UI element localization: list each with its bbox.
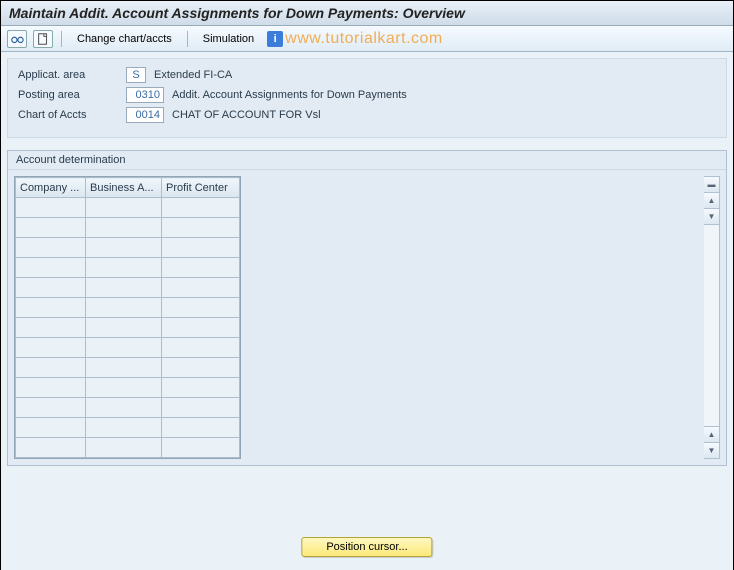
toolbar-separator bbox=[187, 31, 188, 47]
posting-area-field[interactable] bbox=[126, 87, 164, 103]
table-cell[interactable] bbox=[86, 398, 162, 418]
table-cell[interactable] bbox=[86, 238, 162, 258]
table-row[interactable] bbox=[16, 438, 240, 458]
window-title: Maintain Addit. Account Assignments for … bbox=[1, 1, 733, 26]
info-row-posting-area: Posting area Addit. Account Assignments … bbox=[18, 87, 716, 103]
account-table[interactable]: Company ... Business A... Profit Center bbox=[15, 177, 240, 458]
table-row[interactable] bbox=[16, 278, 240, 298]
table-cell[interactable] bbox=[162, 378, 240, 398]
table-cell[interactable] bbox=[162, 438, 240, 458]
position-cursor-button[interactable]: Position cursor... bbox=[301, 537, 432, 557]
watermark-text: www.tutorialkart.com bbox=[285, 30, 443, 48]
simulation-button[interactable]: Simulation bbox=[196, 30, 261, 48]
table-cell[interactable] bbox=[86, 298, 162, 318]
col-profit-center[interactable]: Profit Center bbox=[162, 178, 240, 198]
table-cell[interactable] bbox=[16, 338, 86, 358]
table-cell[interactable] bbox=[86, 278, 162, 298]
table-row[interactable] bbox=[16, 318, 240, 338]
info-panel: Applicat. area Extended FI-CA Posting ar… bbox=[7, 58, 727, 138]
table-cell[interactable] bbox=[16, 298, 86, 318]
table-cell[interactable] bbox=[16, 418, 86, 438]
content-area: Applicat. area Extended FI-CA Posting ar… bbox=[1, 52, 733, 570]
table-row[interactable] bbox=[16, 358, 240, 378]
table-cell[interactable] bbox=[162, 398, 240, 418]
posting-area-label: Posting area bbox=[18, 89, 118, 101]
chart-of-accts-label: Chart of Accts bbox=[18, 109, 118, 121]
table-row[interactable] bbox=[16, 238, 240, 258]
account-determination-title: Account determination bbox=[8, 151, 726, 170]
glasses-icon[interactable] bbox=[7, 30, 27, 48]
toolbar: Change chart/accts Simulation i www.tuto… bbox=[1, 26, 733, 52]
table-row[interactable] bbox=[16, 258, 240, 278]
applicat-area-field[interactable] bbox=[126, 67, 146, 83]
window-title-text: Maintain Addit. Account Assignments for … bbox=[9, 5, 465, 21]
table-cell[interactable] bbox=[162, 418, 240, 438]
table-cell[interactable] bbox=[16, 218, 86, 238]
posting-area-desc: Addit. Account Assignments for Down Paym… bbox=[172, 89, 407, 101]
account-determination-body: Company ... Business A... Profit Center … bbox=[8, 170, 726, 465]
table-cell[interactable] bbox=[16, 438, 86, 458]
table-cell[interactable] bbox=[16, 398, 86, 418]
account-table-wrap: Company ... Business A... Profit Center bbox=[14, 176, 241, 459]
table-cell[interactable] bbox=[86, 318, 162, 338]
table-cell[interactable] bbox=[16, 198, 86, 218]
table-row[interactable] bbox=[16, 198, 240, 218]
table-cell[interactable] bbox=[86, 418, 162, 438]
vertical-scrollbar[interactable]: ▬ ▲ ▼ ▲ ▼ bbox=[704, 176, 720, 459]
scroll-down-icon[interactable]: ▼ bbox=[704, 209, 719, 225]
table-cell[interactable] bbox=[16, 378, 86, 398]
table-cell[interactable] bbox=[162, 218, 240, 238]
table-cell[interactable] bbox=[16, 318, 86, 338]
col-business-area[interactable]: Business A... bbox=[86, 178, 162, 198]
table-cell[interactable] bbox=[162, 258, 240, 278]
toolbar-separator bbox=[61, 31, 62, 47]
table-cell[interactable] bbox=[86, 358, 162, 378]
info-icon[interactable]: i bbox=[267, 31, 283, 47]
table-cell[interactable] bbox=[162, 338, 240, 358]
table-row[interactable] bbox=[16, 298, 240, 318]
change-chart-button[interactable]: Change chart/accts bbox=[70, 30, 179, 48]
applicat-area-desc: Extended FI-CA bbox=[154, 69, 232, 81]
table-row[interactable] bbox=[16, 218, 240, 238]
scroll-thumb-icon[interactable]: ▬ bbox=[704, 177, 719, 193]
table-row[interactable] bbox=[16, 378, 240, 398]
table-row[interactable] bbox=[16, 398, 240, 418]
applicat-area-label: Applicat. area bbox=[18, 69, 118, 81]
table-cell[interactable] bbox=[86, 378, 162, 398]
table-cell[interactable] bbox=[162, 198, 240, 218]
new-page-icon[interactable] bbox=[33, 30, 53, 48]
chart-of-accts-field[interactable] bbox=[126, 107, 164, 123]
table-header-row: Company ... Business A... Profit Center bbox=[16, 178, 240, 198]
info-row-applicat-area: Applicat. area Extended FI-CA bbox=[18, 67, 716, 83]
table-cell[interactable] bbox=[162, 298, 240, 318]
table-cell[interactable] bbox=[86, 198, 162, 218]
table-cell[interactable] bbox=[86, 338, 162, 358]
table-cell[interactable] bbox=[86, 258, 162, 278]
table-cell[interactable] bbox=[16, 238, 86, 258]
col-company[interactable]: Company ... bbox=[16, 178, 86, 198]
table-row[interactable] bbox=[16, 338, 240, 358]
table-cell[interactable] bbox=[16, 358, 86, 378]
chart-of-accts-desc: CHAT OF ACCOUNT FOR Vsl bbox=[172, 109, 321, 121]
table-cell[interactable] bbox=[162, 318, 240, 338]
table-cell[interactable] bbox=[86, 438, 162, 458]
table-cell[interactable] bbox=[16, 258, 86, 278]
table-cell[interactable] bbox=[162, 278, 240, 298]
scroll-up-icon[interactable]: ▲ bbox=[704, 193, 719, 209]
table-cell[interactable] bbox=[16, 278, 86, 298]
table-cell[interactable] bbox=[86, 218, 162, 238]
info-row-chart-of-accts: Chart of Accts CHAT OF ACCOUNT FOR Vsl bbox=[18, 107, 716, 123]
table-cell[interactable] bbox=[162, 358, 240, 378]
table-row[interactable] bbox=[16, 418, 240, 438]
table-cell[interactable] bbox=[162, 238, 240, 258]
account-determination-panel: Account determination Company ... Busine… bbox=[7, 150, 727, 466]
scroll-up-bottom-icon[interactable]: ▲ bbox=[704, 426, 719, 442]
scroll-down-bottom-icon[interactable]: ▼ bbox=[704, 442, 719, 458]
scroll-track[interactable] bbox=[704, 225, 719, 426]
